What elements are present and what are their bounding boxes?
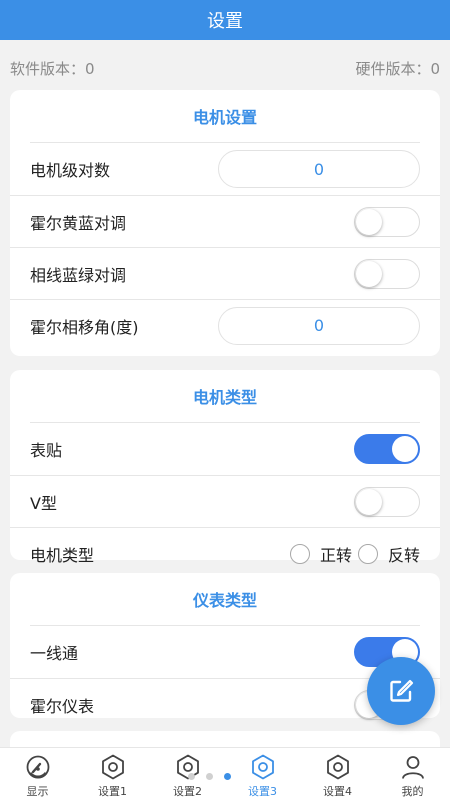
surface-mount-row: 表贴 xyxy=(10,423,440,475)
forward-label: 正转 xyxy=(319,545,352,565)
forward-radio[interactable]: 正转 xyxy=(289,542,352,566)
phase-swap-row: 相线蓝绿对调 xyxy=(10,247,440,299)
toggle-knob xyxy=(356,208,382,235)
tab-label: 设置2 xyxy=(173,785,202,798)
page-dot xyxy=(206,773,213,780)
tab-mine[interactable]: 我的 xyxy=(375,748,450,800)
page-dot-active xyxy=(224,773,231,780)
reverse-radio[interactable]: 反转 xyxy=(357,542,420,566)
edit-icon xyxy=(390,679,414,702)
phase-swap-toggle[interactable] xyxy=(354,258,420,289)
motor-type-card: 电机类型 表贴 V型 电机类型 正转 反转 xyxy=(10,370,440,565)
tab-label: 设置4 xyxy=(323,785,352,798)
speedometer-icon xyxy=(25,754,51,780)
pole-pairs-row: 电机级对数 0 xyxy=(10,143,440,195)
card-title: 电机设置 xyxy=(192,108,257,127)
hall-swap-toggle[interactable] xyxy=(354,206,420,237)
hall-angle-row: 霍尔相移角(度) 0 xyxy=(10,299,440,351)
app-header: 设置 xyxy=(0,0,450,40)
card-title: 仪表类型 xyxy=(192,591,257,610)
direction-row: 电机类型 正转 反转 xyxy=(10,527,440,579)
motor-settings-card: 电机设置 电机级对数 0 霍尔黄蓝对调 相线蓝绿对调 霍尔相移角(度) 0 xyxy=(10,90,440,356)
toggle-knob xyxy=(356,260,382,287)
hall-angle-input[interactable]: 0 xyxy=(218,306,420,345)
pole-pairs-input[interactable]: 0 xyxy=(218,150,420,188)
v-type-row: V型 xyxy=(10,475,440,527)
software-version: 软件版本：0 xyxy=(10,59,95,78)
tab-display[interactable]: 显示 xyxy=(0,748,75,800)
hex-nut-icon xyxy=(325,754,351,780)
page-title: 设置 xyxy=(207,11,243,32)
toggle-knob xyxy=(356,488,382,515)
radio-circle-icon xyxy=(357,543,378,564)
tab-label: 设置1 xyxy=(98,785,127,798)
hardware-version: 硬件版本：0 xyxy=(355,59,440,78)
page-dot xyxy=(188,773,195,780)
tab-label: 显示 xyxy=(26,785,49,798)
tab-label: 我的 xyxy=(401,785,424,798)
version-bar: 软件版本：0 硬件版本：0 xyxy=(10,54,440,82)
tab-settings-4[interactable]: 设置4 xyxy=(300,748,375,800)
radio-circle-icon xyxy=(289,543,310,564)
page-indicator xyxy=(188,773,242,780)
user-icon xyxy=(400,754,426,780)
tab-settings-1[interactable]: 设置1 xyxy=(75,748,150,800)
hex-nut-icon xyxy=(250,754,276,780)
v-type-toggle[interactable] xyxy=(354,486,420,517)
surface-mount-toggle[interactable] xyxy=(354,434,420,464)
card-title: 电机类型 xyxy=(192,388,257,407)
toggle-knob xyxy=(392,436,418,462)
hall-swap-row: 霍尔黄蓝对调 xyxy=(10,195,440,247)
hex-nut-icon xyxy=(100,754,126,780)
direction-radio-group: 正转 反转 xyxy=(284,542,420,566)
tab-label: 设置3 xyxy=(248,785,277,798)
edit-fab-button[interactable] xyxy=(367,657,435,725)
reverse-label: 反转 xyxy=(387,545,420,565)
